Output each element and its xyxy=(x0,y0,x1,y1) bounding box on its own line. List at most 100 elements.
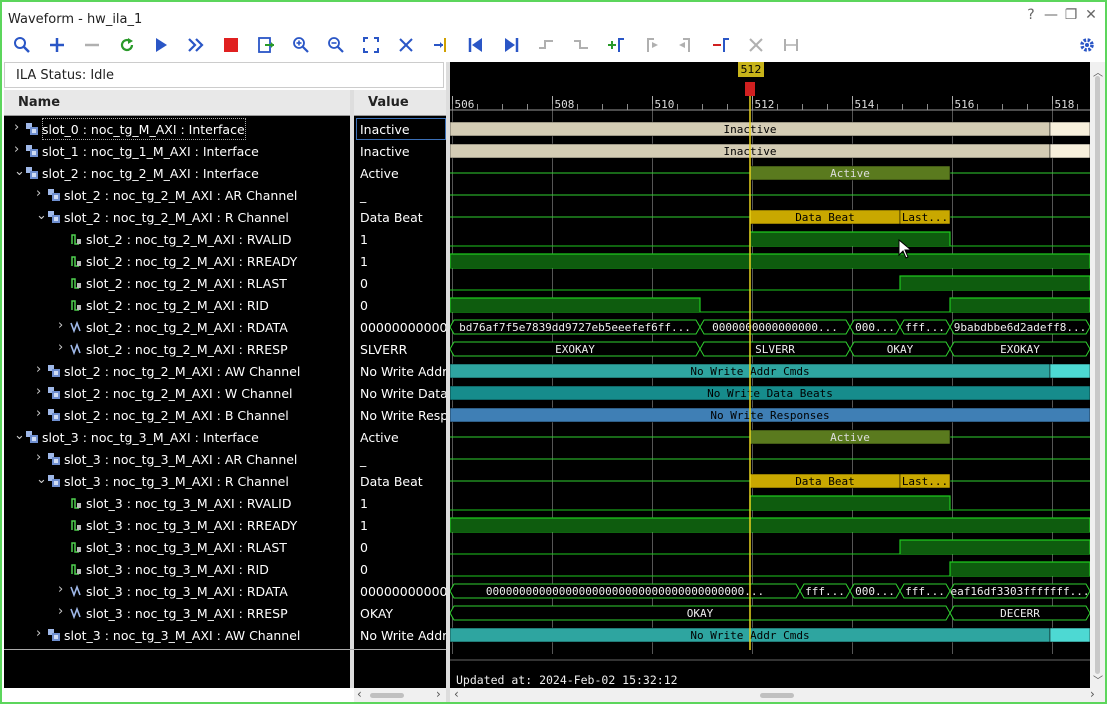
signal-row[interactable]: slot_3 : noc_tg_3_M_AXI : RVALID xyxy=(4,492,350,514)
signal-value-row[interactable]: OKAY xyxy=(354,602,446,624)
wave-scroll-left-icon[interactable]: ‹ xyxy=(454,687,459,701)
chevron-right-icon[interactable]: › xyxy=(58,318,63,333)
signal-row[interactable]: slot_2 : noc_tg_2_M_AXI : RID xyxy=(4,294,350,316)
signal-value-row[interactable]: 0 xyxy=(354,294,446,316)
signal-value-row[interactable]: 1 xyxy=(354,514,446,536)
signal-value-row[interactable]: 1 xyxy=(354,492,446,514)
chevron-right-icon[interactable]: › xyxy=(36,406,41,421)
chevron-down-icon[interactable]: ⌄ xyxy=(36,472,47,487)
signal-row[interactable]: ⌄ slot_3 : noc_tg_3_M_AXI : R Channel xyxy=(4,470,350,492)
waveform-canvas[interactable]: 506 508 510 512 514 516 518InactiveInactiveAct… xyxy=(450,62,1090,688)
minimize-button[interactable]: — xyxy=(1042,6,1060,24)
signal-value-row[interactable]: Data Beat xyxy=(354,470,446,492)
waveform-panel[interactable]: 506 508 510 512 514 516 518 Inactive Inactive Act… xyxy=(450,62,1090,688)
value-column-header[interactable]: Value xyxy=(354,90,446,116)
span-button[interactable] xyxy=(779,33,803,57)
signal-value-row[interactable]: No Write Addr xyxy=(354,360,446,382)
settings-button[interactable] xyxy=(1075,33,1099,57)
signal-row[interactable]: ⌄ slot_2 : noc_tg_2_M_AXI : Interface xyxy=(4,162,350,184)
signal-row[interactable]: ⌄ slot_3 : noc_tg_3_M_AXI : Interface xyxy=(4,426,350,448)
swap-cursor-button[interactable] xyxy=(709,33,733,57)
run-all-button[interactable] xyxy=(184,33,208,57)
signal-value-row[interactable]: Active xyxy=(354,426,446,448)
signal-row[interactable]: slot_3 : noc_tg_3_M_AXI : RID xyxy=(4,558,350,580)
scroll-right-icon[interactable]: › xyxy=(436,687,441,701)
prev-marker-button[interactable] xyxy=(639,33,663,57)
next-transition-button[interactable] xyxy=(569,33,593,57)
waveform-horizontal-scrollbar[interactable]: ‹ › xyxy=(450,687,1105,702)
chevron-down-icon[interactable]: ⌄ xyxy=(36,208,47,223)
signal-row[interactable]: › slot_2 : noc_tg_2_M_AXI : RDATA xyxy=(4,316,350,338)
chevron-right-icon[interactable]: › xyxy=(36,384,41,399)
vertical-scroll-thumb[interactable] xyxy=(1095,76,1100,674)
chevron-down-icon[interactable]: ⌄ xyxy=(14,164,25,179)
signal-value-row[interactable]: 1 xyxy=(354,228,446,250)
chevron-right-icon[interactable]: › xyxy=(58,604,63,619)
signal-row[interactable]: slot_2 : noc_tg_2_M_AXI : RLAST xyxy=(4,272,350,294)
signal-row[interactable]: › slot_2 : noc_tg_2_M_AXI : RRESP xyxy=(4,338,350,360)
signal-value-row[interactable]: SLVERR xyxy=(354,338,446,360)
signal-value-row[interactable]: Inactive xyxy=(354,140,446,162)
signal-row[interactable]: › slot_2 : noc_tg_2_M_AXI : B Channel xyxy=(4,404,350,426)
scroll-left-icon[interactable]: ‹ xyxy=(357,687,362,701)
signal-value-row[interactable]: 1 xyxy=(354,250,446,272)
signal-value-row[interactable]: _ xyxy=(354,448,446,470)
signal-value-row[interactable]: 0 xyxy=(354,558,446,580)
signal-value-row[interactable]: Inactive xyxy=(354,118,446,140)
signal-row[interactable]: › slot_1 : noc_tg_1_M_AXI : Interface xyxy=(4,140,350,162)
signal-value-row[interactable]: Active xyxy=(354,162,446,184)
signal-value-row[interactable]: 0 xyxy=(354,536,446,558)
wave-scroll-thumb[interactable] xyxy=(760,693,794,698)
chevron-right-icon[interactable]: › xyxy=(36,450,41,465)
add-button[interactable] xyxy=(45,33,69,57)
value-horizontal-scrollbar[interactable]: ‹ › xyxy=(354,687,446,702)
signal-value-row[interactable]: _ xyxy=(354,184,446,206)
go-last-button[interactable] xyxy=(499,33,523,57)
chevron-right-icon[interactable]: › xyxy=(36,362,41,377)
remove-button[interactable] xyxy=(80,33,104,57)
signal-row[interactable]: › slot_3 : noc_tg_3_M_AXI : AW Channel xyxy=(4,624,350,646)
signal-row[interactable]: ⌄ slot_2 : noc_tg_2_M_AXI : R Channel xyxy=(4,206,350,228)
go-first-button[interactable] xyxy=(464,33,488,57)
zoom-in-button[interactable] xyxy=(289,33,313,57)
restore-button[interactable]: ❐ xyxy=(1062,6,1080,24)
signal-value-row[interactable]: 0 xyxy=(354,272,446,294)
value-scroll-thumb[interactable] xyxy=(370,693,404,698)
signal-value-row[interactable]: No Write Resp xyxy=(354,404,446,426)
cursor-snap-button[interactable] xyxy=(394,33,418,57)
export-button[interactable] xyxy=(254,33,278,57)
chevron-right-icon[interactable]: › xyxy=(36,626,41,641)
stop-button[interactable] xyxy=(219,33,243,57)
chevron-right-icon[interactable]: › xyxy=(58,582,63,597)
chevron-right-icon[interactable]: › xyxy=(14,142,19,157)
signal-value-row[interactable]: Data Beat xyxy=(354,206,446,228)
vertical-scrollbar[interactable]: ︿ ﹀ xyxy=(1090,62,1105,688)
signal-row[interactable]: › slot_3 : noc_tg_3_M_AXI : RRESP xyxy=(4,602,350,624)
name-column-header[interactable]: Name xyxy=(4,90,350,116)
signal-row[interactable]: slot_3 : noc_tg_3_M_AXI : RREADY xyxy=(4,514,350,536)
signal-row[interactable]: slot_3 : noc_tg_3_M_AXI : RLAST xyxy=(4,536,350,558)
signal-row[interactable]: › slot_2 : noc_tg_2_M_AXI : AR Channel xyxy=(4,184,350,206)
run-button[interactable] xyxy=(149,33,173,57)
close-button[interactable]: ✕ xyxy=(1082,6,1100,24)
signal-value-row[interactable]: 00000000000 xyxy=(354,316,446,338)
signal-row[interactable]: slot_2 : noc_tg_2_M_AXI : RREADY xyxy=(4,250,350,272)
help-button[interactable]: ? xyxy=(1022,6,1040,24)
search-button[interactable] xyxy=(10,33,34,57)
signal-row[interactable]: › slot_3 : noc_tg_3_M_AXI : RDATA xyxy=(4,580,350,602)
marker-button[interactable] xyxy=(429,33,453,57)
signal-value-row[interactable]: 00000000000 xyxy=(354,580,446,602)
chevron-right-icon[interactable]: › xyxy=(14,120,19,135)
zoom-fit-button[interactable] xyxy=(359,33,383,57)
signal-row[interactable]: › slot_2 : noc_tg_2_M_AXI : AW Channel xyxy=(4,360,350,382)
delete-marker-button[interactable] xyxy=(744,33,768,57)
chevron-down-icon[interactable]: ⌄ xyxy=(14,428,25,443)
prev-transition-button[interactable] xyxy=(534,33,558,57)
signal-row[interactable]: › slot_0 : noc_tg_M_AXI : Interface xyxy=(4,118,350,140)
next-marker-button[interactable] xyxy=(674,33,698,57)
signal-value-row[interactable]: No Write Addr xyxy=(354,624,446,646)
refresh-button[interactable] xyxy=(115,33,139,57)
zoom-out-button[interactable] xyxy=(324,33,348,57)
signal-row[interactable]: › slot_3 : noc_tg_3_M_AXI : AR Channel xyxy=(4,448,350,470)
signal-row[interactable]: › slot_2 : noc_tg_2_M_AXI : W Channel xyxy=(4,382,350,404)
